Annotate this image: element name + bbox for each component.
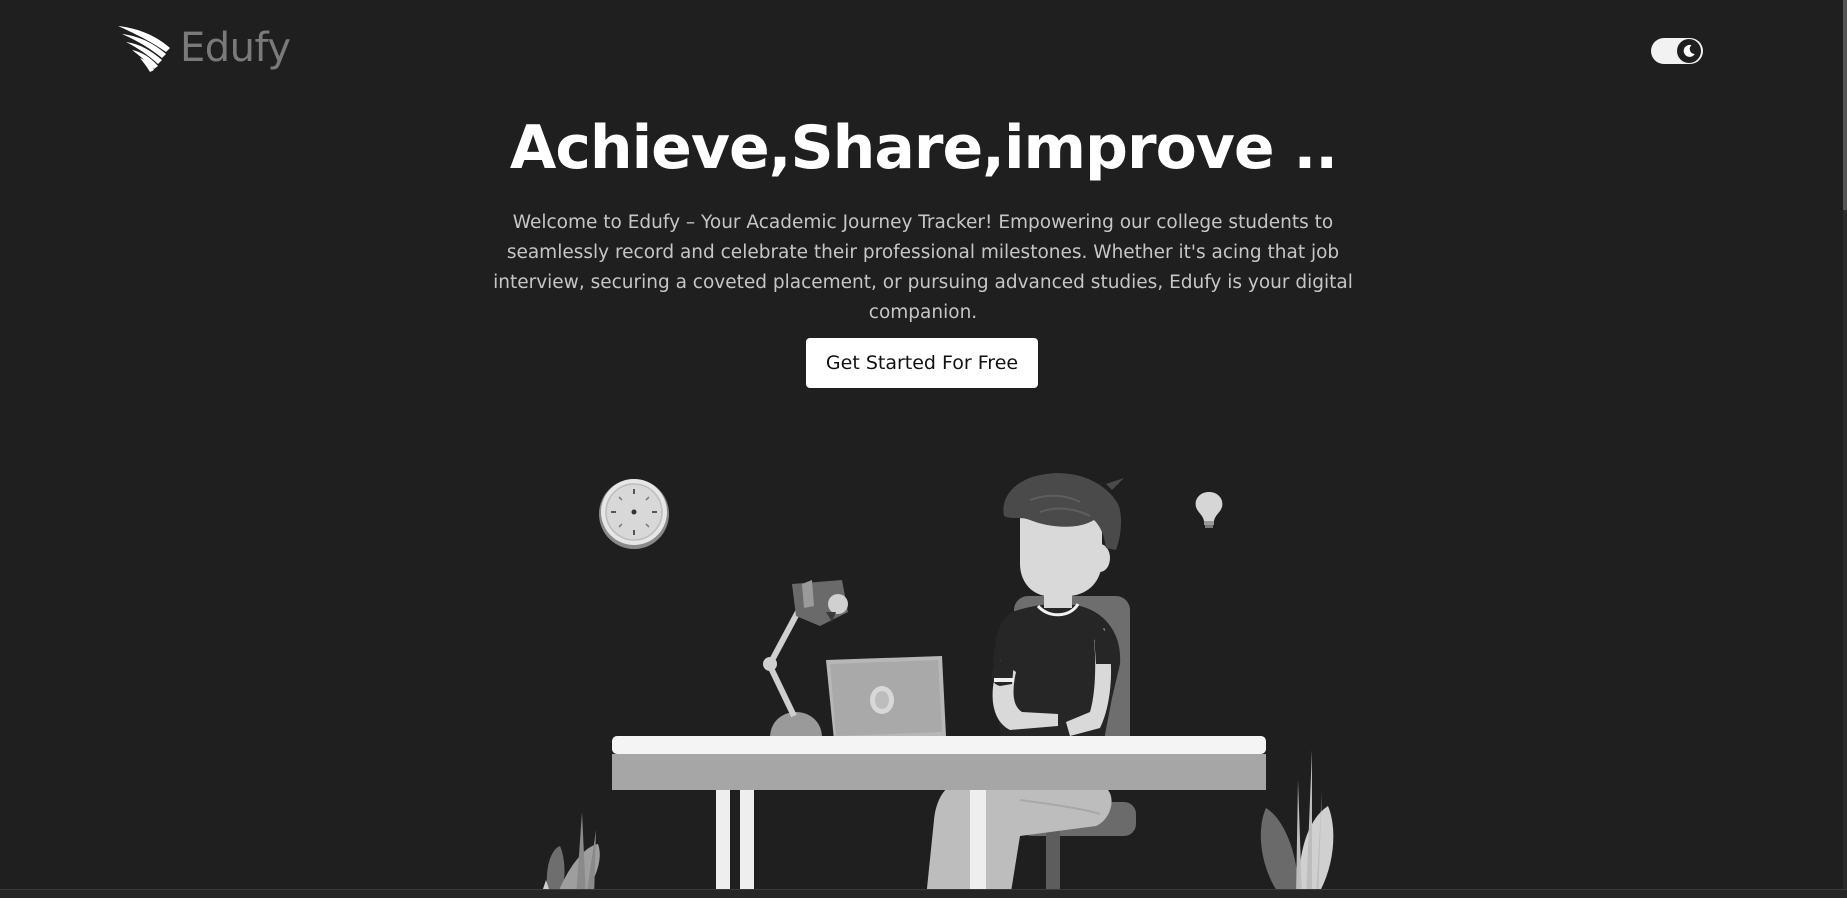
- plant-icon: [1260, 750, 1334, 898]
- wing-icon: [118, 26, 170, 72]
- light-bulb-icon: [1195, 492, 1223, 528]
- theme-toggle[interactable]: [1651, 38, 1703, 64]
- brand-logo-link[interactable]: Edufy: [116, 22, 291, 74]
- brand-name: Edufy: [180, 25, 291, 71]
- laptop-icon: [826, 656, 946, 740]
- desk-lamp-icon: [763, 580, 848, 738]
- scrollbar-track[interactable]: [1843, 0, 1847, 898]
- theme-toggle-knob: [1677, 39, 1701, 63]
- person-figure: [926, 473, 1124, 898]
- moon-icon: [1683, 44, 1695, 57]
- wall-clock-icon: [599, 479, 669, 549]
- hero-title: Achieve,Share,improve ..: [509, 113, 1338, 183]
- plant-icon: [540, 812, 600, 898]
- desk: [612, 736, 1266, 898]
- landing-page: Edufy Achieve,Share,improve .. Welcome t…: [0, 0, 1847, 898]
- scrollbar-thumb[interactable]: [1843, 0, 1847, 210]
- chair: [1014, 596, 1136, 890]
- get-started-button[interactable]: Get Started For Free: [806, 338, 1038, 388]
- hero-description: Welcome to Edufy – Your Academic Journey…: [493, 212, 1353, 323]
- navbar: Edufy: [0, 0, 1847, 100]
- bottom-edge-bar: [0, 889, 1847, 898]
